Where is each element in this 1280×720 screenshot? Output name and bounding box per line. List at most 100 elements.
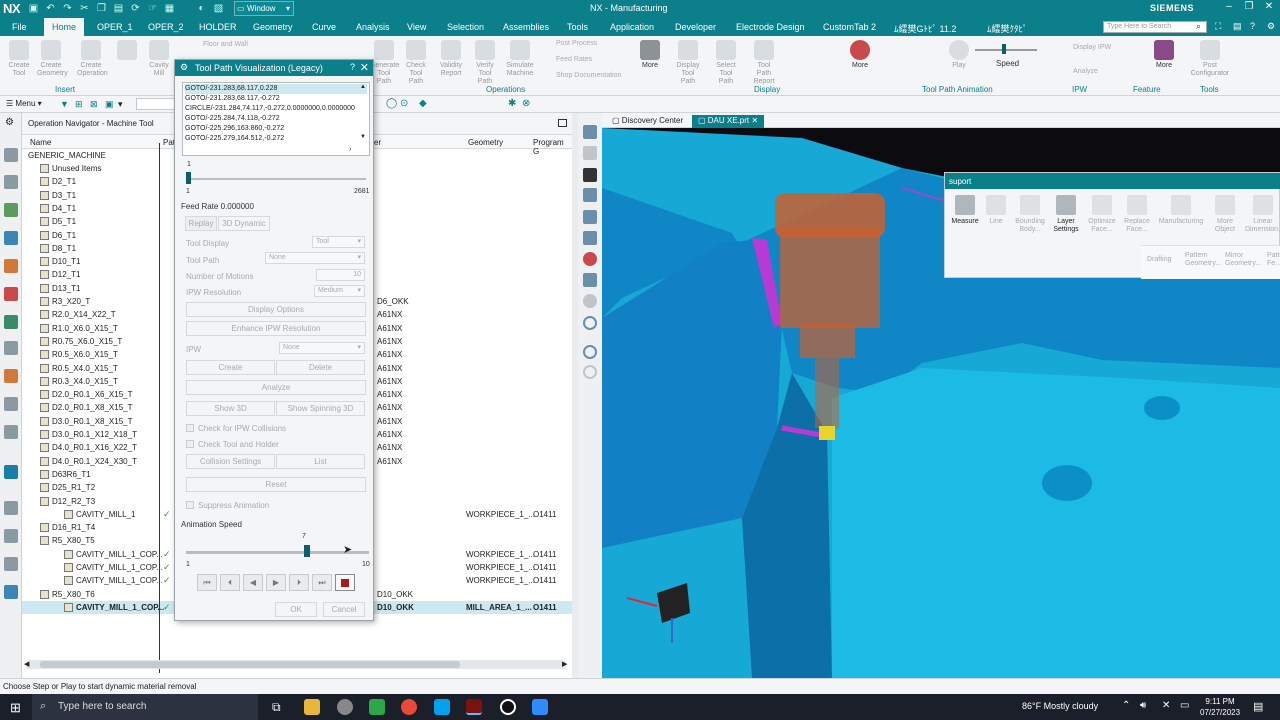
select-component-icon[interactable]: ⊠ [90,99,98,110]
reuse-library-icon[interactable] [4,287,18,301]
close-dialog-button[interactable]: ✕ [360,61,369,74]
suppress-animation-checkbox[interactable] [186,501,194,509]
maximize-navigator-icon[interactable] [558,119,567,127]
help-button[interactable]: ? [350,62,355,72]
process-studio-icon[interactable] [4,425,18,439]
more-feature-button[interactable]: More [1150,40,1178,70]
help-icon[interactable]: ? [1250,21,1255,31]
manufacturing-button[interactable]: Manufacturing [1158,195,1204,226]
optimize-face-button[interactable]: Optimize Face... [1086,195,1118,234]
filter-icon[interactable]: ▼ [60,99,69,109]
tab-3d-dynamic[interactable]: 3D Dynamic [218,216,270,231]
show-spinning-3d-button[interactable]: Show Spinning 3D [276,401,365,416]
chrome-icon[interactable] [401,699,417,715]
tab-holder[interactable]: HOLDER [199,22,237,32]
measure-button[interactable]: Measure [949,195,981,226]
tab-tools[interactable]: Tools [567,22,588,32]
tab-application[interactable]: Application [610,22,654,32]
linear-dimension-button[interactable]: Linear Dimension... [1245,195,1280,234]
assembly-navigator-icon[interactable] [4,175,18,189]
obs-icon[interactable] [500,699,516,715]
horizontal-scrollbar[interactable] [26,660,566,669]
pattern-feature-button[interactable]: Pattern Fe... [1267,252,1280,268]
column-tool[interactable]: er [374,138,381,147]
grid-icon[interactable]: ▦ [164,3,175,14]
zoom-icon[interactable] [532,699,548,715]
edit-section-icon[interactable] [583,252,597,266]
tab-dau-xe-prt[interactable]: ▢ DAU XE.prt ✕ [692,115,765,128]
snap-center-icon[interactable]: ⊙ [400,98,408,109]
motion-line[interactable]: GOTO/-231.283,68.117,0.228 [185,84,367,94]
cancel-button[interactable]: Cancel [323,602,365,617]
fullscreen-icon[interactable]: ⛶ [1215,21,1221,32]
tab-home[interactable]: Home [44,18,85,36]
shop-documentation-button[interactable]: Shop Documentation [556,72,621,79]
measure-icon[interactable] [583,146,597,160]
render-style-icon[interactable] [583,125,597,139]
validity-report-button[interactable]: Validity Report [437,40,465,78]
play-backward-button[interactable]: ◀ [243,574,263,591]
speed-slider[interactable] [975,49,1037,51]
notification-icon[interactable]: ▤ [1253,700,1263,713]
scroll-right-icon[interactable]: › [349,146,351,153]
undo-icon[interactable]: ↶ [45,3,56,14]
tab-electrode-design[interactable]: Electrode Design [736,22,805,32]
tab-custom-2[interactable]: ﾑ繧樊ｸﾀﾋﾟ [987,22,1028,35]
more-object-button[interactable]: More Object [1209,195,1241,234]
type-filter-icon[interactable]: ▾ [118,99,123,110]
restore-icon[interactable]: ❐ [1242,1,1256,12]
layer-icon[interactable]: ▧ [213,3,224,14]
display-tool-path-button[interactable]: Display Tool Path [674,40,702,86]
rewind-to-start-button[interactable]: ⏮ [197,574,217,591]
show-hide-icon[interactable] [583,294,597,308]
task-view-icon[interactable]: ⧉ [272,700,281,715]
save-icon[interactable]: ▣ [28,3,39,14]
ipw-select[interactable]: None [279,342,365,354]
display-ipw-button[interactable]: Display IPW [1073,44,1111,51]
select-body-icon[interactable]: ▣ [105,99,114,110]
scroll-right-icon[interactable]: ▶ [562,660,567,668]
tab-custom-1[interactable]: ﾑ繧樊Gﾄﾋﾟ 11.2 [894,22,956,35]
stop-button[interactable] [335,574,355,591]
fit-view-icon[interactable] [583,188,597,202]
more-operations-button[interactable]: More [636,40,664,70]
snap-intersection-icon[interactable]: ✱ [508,98,516,109]
column-name[interactable]: Name [30,138,51,147]
cloud-icon[interactable] [4,585,18,599]
web-browser-icon[interactable] [4,369,18,383]
tab-geometry[interactable]: Geometry [253,22,293,32]
tab-discovery-center[interactable]: ▢ Discovery Center [606,115,689,128]
scrollbar-thumb[interactable] [40,661,460,668]
skype-icon[interactable] [434,699,450,715]
snap-view-icon[interactable] [583,316,597,330]
tab-oper-1[interactable]: OPER_1 [97,22,133,32]
app-icon-green[interactable] [369,699,385,715]
tab-file[interactable]: File [12,22,27,32]
operation-navigator-icon[interactable] [4,231,18,245]
create-tool-button[interactable]: Create Tool [5,40,33,78]
clipping-icon[interactable] [583,231,597,245]
manufacturing-wizard-icon[interactable] [4,529,18,543]
minimize-icon[interactable]: – [1222,1,1236,12]
number-of-motions-input[interactable]: 10 [316,269,365,281]
enhance-ipw-resolution-button[interactable]: Enhance IPW Resolution [186,321,366,336]
post-configurator-button[interactable]: Post Configurator [1190,40,1230,78]
more-display-button[interactable]: More [846,40,874,70]
repeat-icon[interactable]: ⟳ [130,3,141,14]
post-process-button[interactable]: Post Process [556,40,597,47]
scroll-up-icon[interactable]: ▲ [360,84,366,90]
zoom-icon[interactable] [583,345,597,359]
create-operation-button[interactable]: Create Operation [77,40,108,78]
forward-to-end-button[interactable]: ⏭ [312,574,332,591]
show-hide-icon[interactable]: ◐ [196,3,207,14]
tool-path-report-button[interactable]: Tool Path Report [750,40,778,86]
settings-icon[interactable]: ⚙ [1267,21,1275,32]
ipw-resolution-select[interactable]: Medium [314,285,365,297]
file-explorer-icon[interactable] [304,699,320,715]
tab-analysis[interactable]: Analysis [356,22,390,32]
machine-tool-navigator-icon[interactable] [4,259,18,273]
motion-slider-thumb[interactable] [186,172,191,184]
knowledge-icon[interactable] [4,557,18,571]
scroll-left-icon[interactable]: ◀ [24,660,29,668]
browser-icon[interactable] [337,699,353,715]
